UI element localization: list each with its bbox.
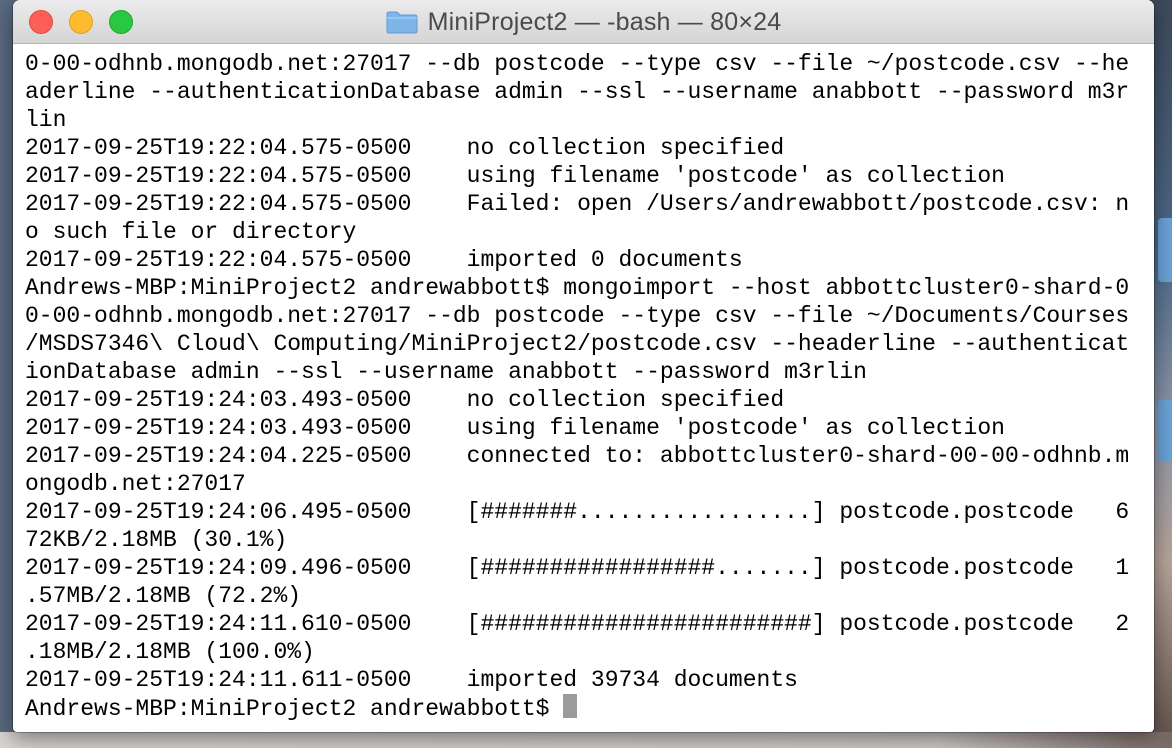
terminal-line: 0-00-odhnb.mongodb.net:27017 --db postco… [25,303,1130,329]
terminal-line: lin [25,107,67,133]
terminal-line: 2017-09-25T19:22:04.575-0500 imported 0 … [25,247,743,273]
terminal-line: 2017-09-25T19:24:11.610-0500 [##########… [25,611,1130,637]
desktop-item [1158,400,1172,462]
terminal-line: 2017-09-25T19:22:04.575-0500 no collecti… [25,135,785,161]
terminal-output[interactable]: 0-00-odhnb.mongodb.net:27017 --db postco… [13,44,1154,732]
terminal-line: ongodb.net:27017 [25,471,246,497]
terminal-window[interactable]: MiniProject2 — -bash — 80×24 0-00-odhnb.… [13,0,1154,732]
terminal-line: 2017-09-25T19:22:04.575-0500 using filen… [25,163,1005,189]
terminal-line: ionDatabase admin --ssl --username anabb… [25,359,867,385]
title-bar[interactable]: MiniProject2 — -bash — 80×24 [13,0,1154,44]
window-title: MiniProject2 — -bash — 80×24 [427,7,782,36]
text-cursor [563,694,578,718]
terminal-line: /MSDS7346\ Cloud\ Computing/MiniProject2… [25,331,1130,357]
terminal-line: .18MB/2.18MB (100.0%) [25,639,315,665]
terminal-line: aderline --authenticationDatabase admin … [25,79,1130,105]
terminal-line: 72KB/2.18MB (30.1%) [25,527,288,553]
desktop-item [1158,218,1172,282]
terminal-line: 2017-09-25T19:24:09.496-0500 [##########… [25,555,1130,581]
folder-icon [386,11,418,34]
terminal-line: 2017-09-25T19:24:06.495-0500 [#######...… [25,499,1130,525]
terminal-line: 2017-09-25T19:24:11.611-0500 imported 39… [25,667,798,693]
shell-prompt: Andrews-MBP:MiniProject2 andrewabbott$ [25,696,564,722]
terminal-line: 2017-09-25T19:24:03.493-0500 using filen… [25,415,1005,441]
terminal-line: 0-00-odhnb.mongodb.net:27017 --db postco… [25,51,1130,77]
terminal-line: 2017-09-25T19:22:04.575-0500 Failed: ope… [25,191,1130,217]
desktop-background-bottom [0,732,1172,748]
terminal-line: 2017-09-25T19:24:03.493-0500 no collecti… [25,387,785,413]
terminal-line: Andrews-MBP:MiniProject2 andrewabbott$ m… [25,275,1130,301]
window-title-group: MiniProject2 — -bash — 80×24 [13,0,1154,44]
prompt-line[interactable]: Andrews-MBP:MiniProject2 andrewabbott$ [25,694,1154,722]
terminal-line: 2017-09-25T19:24:04.225-0500 connected t… [25,443,1130,469]
terminal-line: .57MB/2.18MB (72.2%) [25,583,302,609]
terminal-line: o such file or directory [25,219,357,245]
